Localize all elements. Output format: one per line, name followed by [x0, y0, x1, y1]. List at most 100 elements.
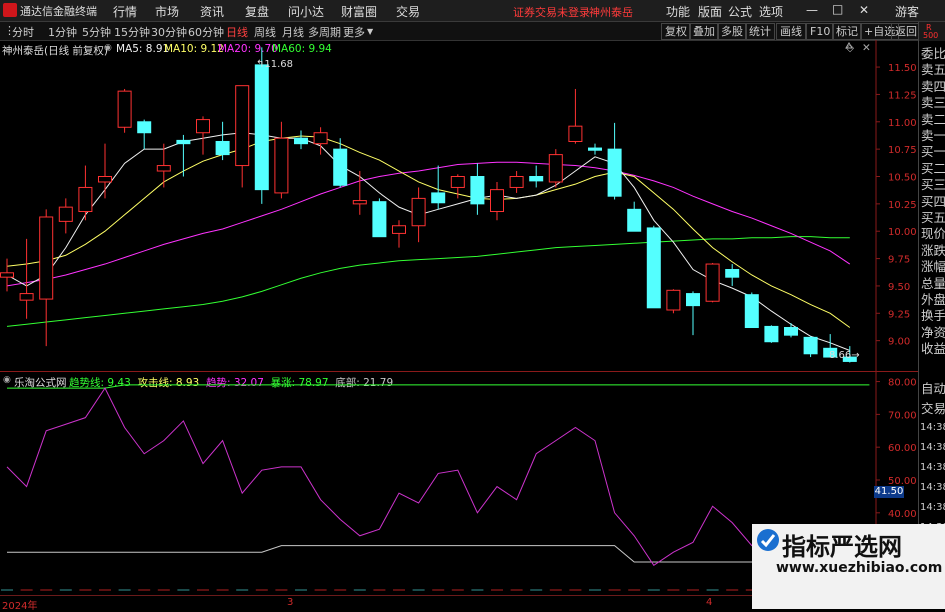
date-label-march: 3 — [287, 597, 294, 608]
period-weekly[interactable]: 周线 — [254, 24, 276, 40]
menu-options[interactable]: 选项 — [759, 3, 783, 20]
volume-stub — [432, 589, 445, 591]
back-button[interactable]: 返回 — [891, 23, 921, 40]
price-tick-label: 11.25 — [888, 90, 917, 101]
overlay-button[interactable]: 叠加 — [689, 23, 719, 40]
candle-body-down — [627, 208, 642, 232]
maximize-icon[interactable]: □ — [832, 2, 843, 16]
indicator-tick-label: 70.00 — [888, 410, 917, 421]
volume-stub — [295, 589, 307, 591]
quote-label: 卖一 — [921, 128, 945, 143]
period-monthly[interactable]: 月线 — [282, 24, 304, 40]
candle-body-down — [215, 140, 230, 156]
volume-stub — [157, 589, 170, 591]
menu-news[interactable]: 资讯 — [200, 3, 224, 20]
price-tick-label: 9.00 — [888, 337, 910, 348]
quote-label: 涨幅 — [921, 259, 945, 275]
volume-stub — [20, 589, 33, 591]
candle-body-down — [470, 176, 485, 205]
period-multi[interactable]: 多周期 — [308, 24, 341, 40]
candle-body-up — [274, 137, 289, 194]
candle-body-up — [705, 263, 720, 302]
mark-button[interactable]: 标记 — [832, 23, 862, 40]
low-arrow-icon: → — [851, 350, 860, 361]
candle-body-down — [529, 176, 544, 182]
volume-stub — [451, 589, 464, 591]
volume-stub — [608, 589, 621, 591]
candle-body-down — [744, 294, 759, 329]
price-tick-label: 9.50 — [888, 282, 910, 293]
period-daily[interactable]: 日线 — [226, 24, 248, 40]
volume-stub — [314, 589, 327, 591]
stats-button[interactable]: 统计 — [745, 23, 775, 40]
price-tick-label: 10.00 — [888, 227, 917, 238]
period-15min[interactable]: 15分钟 — [114, 24, 150, 40]
candle-body-down — [725, 269, 740, 278]
quote-label: 卖四 — [921, 78, 945, 94]
more-dropdown-icon[interactable]: ▼ — [367, 27, 373, 36]
quote-label: 收益 — [921, 341, 945, 357]
candle-body-down — [686, 293, 700, 307]
period-5min[interactable]: 5分钟 — [82, 24, 111, 40]
quote-label: 现价 — [921, 226, 945, 242]
quote-label: 净资 — [921, 324, 945, 340]
menu-functions[interactable]: 功能 — [666, 3, 690, 20]
volume-stub — [118, 589, 131, 591]
volume-stub — [471, 589, 484, 591]
f10-button[interactable]: F10 — [806, 23, 835, 40]
high-price-value: 11.68 — [264, 59, 294, 70]
volume-stub — [569, 589, 582, 591]
volume-stub — [197, 589, 209, 591]
price-tick-label: 9.25 — [888, 309, 910, 320]
candle-body-up — [509, 176, 524, 188]
menu-layout[interactable]: 版面 — [698, 3, 722, 20]
candle-body-down — [254, 64, 269, 191]
ma60-line — [6, 236, 850, 327]
candle-body-down — [431, 192, 446, 204]
low-price-label: 8.66→ — [829, 350, 860, 361]
menu-review[interactable]: 复盘 — [245, 3, 269, 20]
period-more[interactable]: 更多 — [343, 24, 365, 40]
user-name[interactable]: 游客 — [895, 3, 919, 20]
candlestick-chart[interactable]: 11.50 11.25 11.00 10.75 10.50 10.25 10.00 9.75 9… — [0, 40, 918, 371]
minimize-icon[interactable]: — — [806, 3, 818, 17]
menu-ask-xiaoda[interactable]: 问小达 — [288, 3, 324, 20]
candle-body-up — [548, 154, 563, 183]
adjust-button[interactable]: 复权 — [661, 23, 691, 40]
period-intraday[interactable]: 分时 — [12, 24, 34, 40]
candle-body-up — [450, 176, 465, 188]
trend-line — [6, 387, 870, 567]
candle-body-up — [666, 289, 681, 311]
volume-stub — [275, 589, 288, 591]
login-status-notice[interactable]: 证券交易未登录 — [513, 4, 590, 20]
candle-body-down — [333, 148, 348, 186]
current-stock-notice[interactable]: 神州泰岳 — [589, 4, 633, 20]
menu-wealth-circle[interactable]: 财富圈 — [341, 3, 377, 20]
volume-stub — [726, 589, 739, 591]
quote-label: 买一 — [921, 144, 945, 160]
menu-bar: 通达信金融终端 行情 市场 资讯 复盘 问小达 财富圈 交易 证券交易未登录 神… — [0, 0, 945, 22]
quote-label: 14:38 — [920, 422, 945, 433]
date-label-april: 4 — [706, 597, 713, 608]
period-30min[interactable]: 30分钟 — [151, 24, 187, 40]
period-60min[interactable]: 60分钟 — [188, 24, 224, 40]
quote-label: 买二 — [921, 160, 945, 176]
quote-label: 14:38 — [920, 502, 945, 513]
menu-quotes[interactable]: 行情 — [113, 3, 137, 20]
quote-label: 卖三 — [921, 95, 945, 111]
candle-body-down — [607, 148, 622, 197]
ma10-line — [6, 135, 851, 328]
menu-formula[interactable]: 公式 — [728, 3, 752, 20]
price-tick-label: 10.25 — [888, 200, 917, 211]
close-icon[interactable]: ✕ — [859, 3, 869, 17]
period-1min[interactable]: 1分钟 — [48, 24, 77, 40]
volume-stub — [687, 589, 699, 591]
period-toolbar: ⋮ 分时 1分钟 5分钟 15分钟 30分钟 60分钟 日线 周线 月线 多周期… — [0, 22, 921, 41]
volume-stub — [99, 589, 111, 591]
menu-trade[interactable]: 交易 — [396, 3, 420, 20]
quote-label: 委比 — [921, 46, 945, 61]
draw-line-button[interactable]: 画线 — [776, 23, 806, 40]
multi-stock-button[interactable]: 多股 — [717, 23, 747, 40]
menu-market[interactable]: 市场 — [155, 3, 179, 20]
indicator-tick-label: 40.00 — [888, 509, 917, 520]
